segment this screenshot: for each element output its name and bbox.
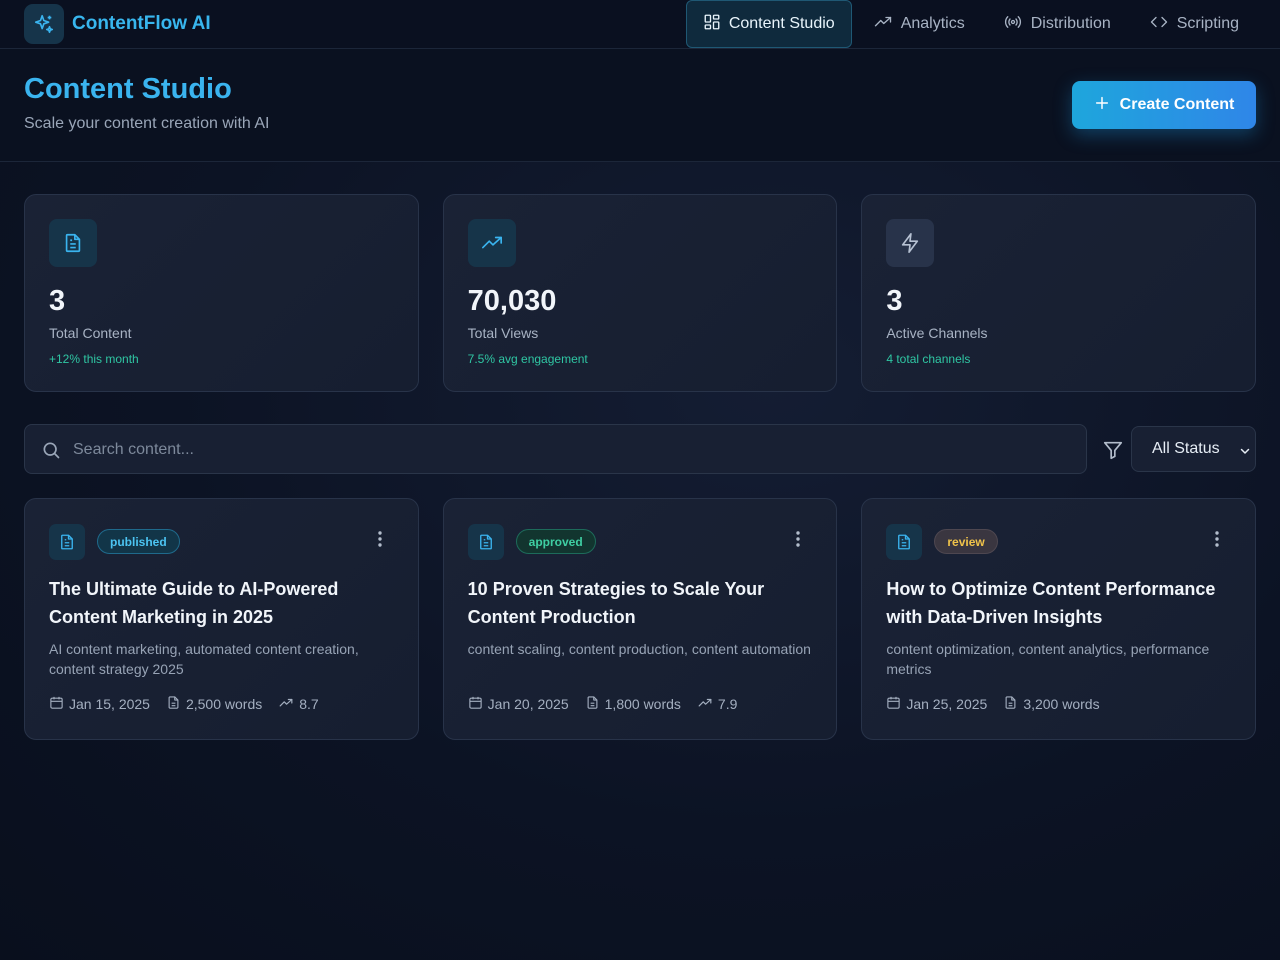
content-card[interactable]: review How to Optimize Content Performan…	[861, 498, 1257, 740]
stat-value: 3	[886, 285, 903, 317]
trending-up-icon	[697, 696, 713, 713]
top-navigation-bar: ContentFlow AI Content Studio Analytics	[0, 0, 1280, 49]
more-vertical-icon[interactable]	[377, 531, 382, 552]
content-meta: Jan 20, 2025 1,800 words 7.9	[468, 695, 754, 713]
page-subtitle: Scale your content creation with AI	[24, 115, 270, 132]
meta-date: Jan 25, 2025	[886, 695, 987, 713]
stat-label: Total Views	[467, 325, 539, 341]
nav-tab-content-studio[interactable]: Content Studio	[685, 0, 852, 48]
status-filter-select[interactable]: All Status	[1131, 426, 1256, 472]
calendar-icon	[49, 695, 64, 713]
meta-words: 1,800 words	[585, 695, 681, 713]
nav-tab-label: Content Studio	[728, 15, 835, 32]
status-badge: published	[97, 529, 180, 554]
meta-score-text: 8.7	[299, 696, 319, 712]
trending-up-icon	[873, 13, 893, 36]
chevron-down-icon	[1239, 444, 1251, 462]
meta-date-text: Jan 20, 2025	[487, 696, 569, 712]
status-badge: approved	[515, 529, 596, 554]
broadcast-icon	[1003, 13, 1023, 36]
meta-score: 7.9	[697, 696, 737, 713]
stat-subtext: +12% this month	[49, 352, 139, 366]
meta-date-text: Jan 25, 2025	[906, 696, 988, 712]
brand[interactable]: ContentFlow AI	[24, 4, 211, 44]
sparkles-icon	[24, 4, 64, 44]
nav-tab-label: Analytics	[900, 15, 965, 32]
trending-up-icon	[278, 696, 294, 713]
content-cards-grid: published The Ultimate Guide to AI-Power…	[24, 498, 1257, 740]
document-icon	[49, 524, 85, 560]
nav-tab-label: Distribution	[1030, 15, 1111, 32]
meta-words-text: 3,200 words	[1023, 696, 1100, 712]
document-icon	[166, 695, 181, 713]
more-vertical-icon[interactable]	[1215, 531, 1219, 552]
stat-label: Total Content	[49, 325, 132, 341]
meta-score-text: 7.9	[717, 696, 738, 712]
search-box[interactable]	[24, 424, 1087, 474]
calendar-icon	[886, 695, 901, 713]
nav-tab-scripting[interactable]: Scripting	[1132, 0, 1256, 48]
meta-words-text: 1,800 words	[604, 696, 681, 712]
meta-words-text: 2,500 words	[185, 696, 263, 712]
code-icon	[1149, 13, 1169, 36]
content-keywords: content scaling, content production, con…	[467, 641, 811, 657]
plus-icon	[1094, 95, 1110, 116]
more-vertical-icon[interactable]	[796, 531, 801, 552]
status-badge: review	[934, 529, 998, 554]
document-icon	[49, 219, 97, 267]
content-title[interactable]: 10 Proven Strategies to Scale Your Conte…	[468, 575, 818, 631]
stat-value: 3	[49, 285, 66, 317]
status-filter-value: All Status	[1152, 440, 1220, 457]
page-header: Content Studio Scale your content creati…	[0, 49, 1280, 162]
meta-words: 3,200 words	[1003, 695, 1100, 713]
calendar-icon	[468, 695, 483, 713]
lightning-icon	[886, 219, 935, 267]
content-meta: Jan 15, 2025 2,500 words 8.7	[49, 695, 335, 713]
meta-date: Jan 15, 2025	[49, 695, 150, 713]
trending-up-icon	[467, 219, 516, 267]
create-content-label: Create Content	[1119, 96, 1235, 113]
brand-name: ContentFlow AI	[72, 13, 211, 34]
nav-tab-label: Scripting	[1176, 15, 1239, 32]
nav-tab-distribution[interactable]: Distribution	[986, 0, 1128, 48]
meta-date: Jan 20, 2025	[468, 695, 569, 713]
stat-card-total-views: 70,030 Total Views 7.5% avg engagement	[442, 194, 838, 392]
stat-label: Active Channels	[886, 325, 988, 341]
content-meta: Jan 25, 2025 3,200 words	[886, 695, 1115, 713]
meta-words: 2,500 words	[166, 695, 262, 713]
grid-icon	[703, 13, 721, 36]
search-icon	[41, 440, 61, 465]
main-nav: Content Studio Analytics Distribution Sc…	[685, 0, 1256, 48]
content-title[interactable]: The Ultimate Guide to AI-Powered Content…	[49, 575, 399, 631]
content-title[interactable]: How to Optimize Content Performance with…	[886, 575, 1236, 631]
search-input[interactable]	[73, 437, 1063, 463]
content-keywords: content optimization, content analytics,…	[886, 641, 1210, 677]
page-title: Content Studio	[24, 73, 232, 105]
content-keywords: AI content marketing, automated content …	[49, 641, 359, 677]
content-card[interactable]: approved 10 Proven Strategies to Scale Y…	[442, 498, 838, 740]
document-icon	[585, 695, 600, 713]
search-filter-row: All Status	[24, 424, 1256, 474]
content-card[interactable]: published The Ultimate Guide to AI-Power…	[24, 498, 419, 740]
nav-tab-analytics[interactable]: Analytics	[856, 0, 982, 48]
meta-score: 8.7	[278, 696, 319, 713]
stat-subtext: 4 total channels	[886, 352, 971, 366]
document-icon	[1003, 695, 1018, 713]
meta-date-text: Jan 15, 2025	[69, 696, 150, 712]
document-icon	[467, 524, 504, 560]
stat-value: 70,030	[467, 285, 557, 317]
create-content-button[interactable]: Create Content	[1072, 81, 1256, 129]
document-icon	[886, 524, 923, 560]
stat-card-total-content: 3 Total Content +12% this month	[24, 194, 419, 392]
stats-row: 3 Total Content +12% this month 70,030 T…	[24, 194, 1257, 392]
filter-icon[interactable]	[1102, 439, 1124, 466]
stat-subtext: 7.5% avg engagement	[467, 352, 588, 366]
stat-card-active-channels: 3 Active Channels 4 total channels	[861, 194, 1257, 392]
